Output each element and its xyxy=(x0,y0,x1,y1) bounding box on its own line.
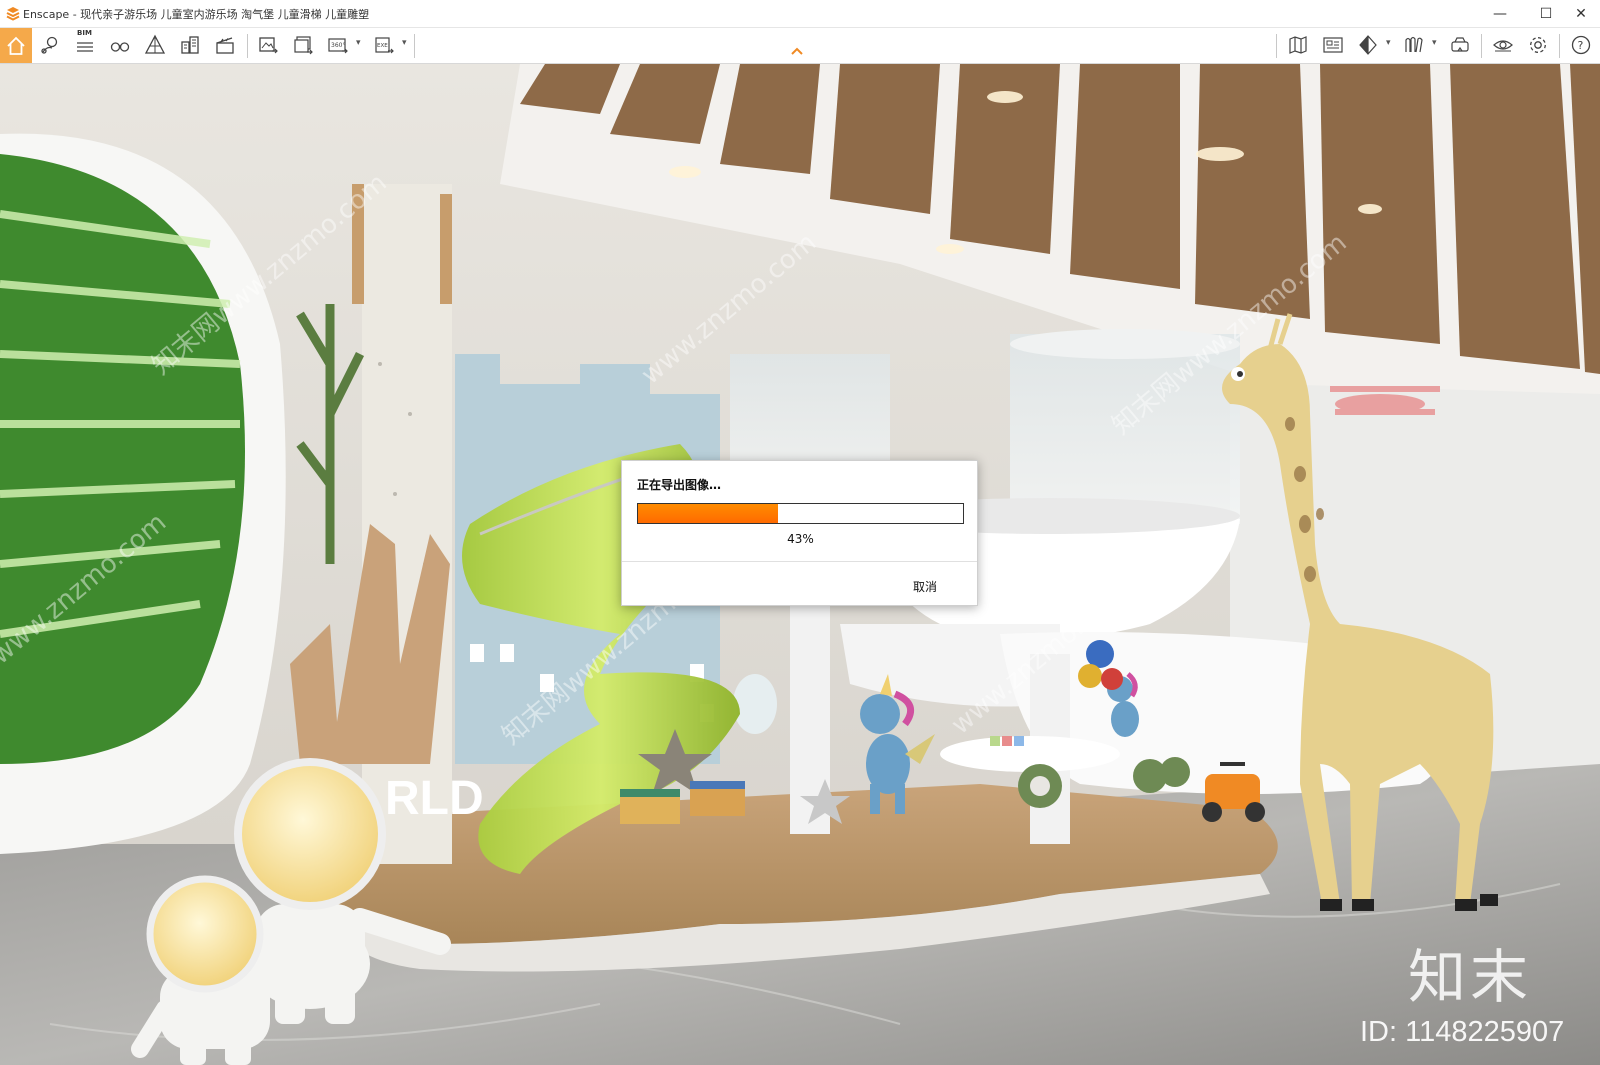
export-exe-button[interactable]: EXE xyxy=(369,30,399,60)
view-dropdown-chevron-down-icon[interactable]: ▾ xyxy=(1386,38,1391,48)
render-image-button[interactable] xyxy=(253,30,283,60)
bim-button[interactable]: BIM xyxy=(70,29,100,60)
progress-fill xyxy=(638,504,778,523)
panorama-button[interactable]: 360° xyxy=(323,30,353,60)
toolbar-separator xyxy=(414,34,415,58)
walk-mode-button[interactable] xyxy=(105,30,135,60)
clapperboard-icon xyxy=(216,37,234,54)
settings-icon xyxy=(1530,37,1546,53)
video-editor-button[interactable] xyxy=(210,30,240,60)
panorama-dropdown-chevron-down-icon[interactable]: ▾ xyxy=(356,38,361,48)
view-cube-icon xyxy=(1359,35,1377,55)
map-icon xyxy=(1289,36,1307,54)
export-exe-icon: EXE xyxy=(375,37,394,54)
binoculars-icon xyxy=(110,42,130,52)
settings-button[interactable] xyxy=(1523,30,1553,60)
batch-render-icon xyxy=(294,36,313,55)
help-button[interactable]: ? xyxy=(1566,30,1596,60)
svg-text:?: ? xyxy=(1578,39,1584,52)
views-books-button[interactable] xyxy=(1399,30,1429,60)
toolbar-separator xyxy=(1276,34,1277,58)
help-icon: ? xyxy=(1571,35,1591,55)
export-dropdown-chevron-down-icon[interactable]: ▾ xyxy=(402,38,407,48)
buildings-icon xyxy=(181,36,199,54)
dialog-divider xyxy=(622,561,977,562)
asset-library-button[interactable] xyxy=(1318,30,1348,60)
toolbar-separator xyxy=(1481,34,1482,58)
toolbar-separator xyxy=(247,34,248,58)
export-progress-dialog: 正在导出图像… 43% 取消 xyxy=(621,460,978,606)
collapse-toolbar-chevron-up-icon[interactable] xyxy=(790,46,804,56)
books-icon xyxy=(1405,36,1423,53)
progress-percent: 43% xyxy=(787,532,814,546)
world-sign: RLD xyxy=(385,772,484,825)
panorama-label: 360° xyxy=(331,42,345,49)
bim-label: BIM xyxy=(77,29,92,37)
export-progress-bar xyxy=(637,503,964,524)
exe-label: EXE xyxy=(377,43,388,49)
title-bar: Enscape - 现代亲子游乐场 儿童室内游乐场 淘气堡 儿童滑梯 儿童雕塑 … xyxy=(0,0,1600,28)
asset-library-icon xyxy=(1323,37,1343,53)
panorama-360-icon: 360° xyxy=(328,38,348,54)
minimize-button[interactable]: — xyxy=(1477,0,1523,28)
two-point-perspective-button[interactable] xyxy=(140,30,170,60)
enscape-logo-icon xyxy=(6,7,20,21)
view-management-button[interactable] xyxy=(35,30,65,60)
screenshot-icon xyxy=(259,37,278,54)
map-pin-icon xyxy=(41,36,58,54)
buildings-button[interactable] xyxy=(175,30,205,60)
map-button[interactable] xyxy=(1283,30,1313,60)
toolbar-separator xyxy=(1559,34,1560,58)
visual-settings-button[interactable] xyxy=(1488,30,1518,60)
vr-headset-button[interactable] xyxy=(1445,30,1475,60)
bim-icon xyxy=(77,42,93,52)
batch-render-button[interactable] xyxy=(288,30,318,60)
cancel-button[interactable]: 取消 xyxy=(913,578,937,595)
home-icon xyxy=(7,36,25,55)
perspective-icon xyxy=(144,34,166,54)
visual-settings-icon xyxy=(1493,40,1513,52)
dialog-title: 正在导出图像… xyxy=(637,478,722,492)
home-button[interactable] xyxy=(0,28,32,63)
view-cube-button[interactable] xyxy=(1353,30,1383,60)
vr-headset-icon xyxy=(1451,37,1469,52)
watermark-logo: 知末 xyxy=(1408,943,1533,1011)
close-button[interactable]: ✕ xyxy=(1562,0,1600,28)
watermark-id: ID: 1148225907 xyxy=(1360,1016,1565,1048)
views-dropdown-chevron-down-icon[interactable]: ▾ xyxy=(1432,38,1437,48)
window-title: Enscape - 现代亲子游乐场 儿童室内游乐场 淘气堡 儿童滑梯 儿童雕塑 xyxy=(23,8,370,21)
